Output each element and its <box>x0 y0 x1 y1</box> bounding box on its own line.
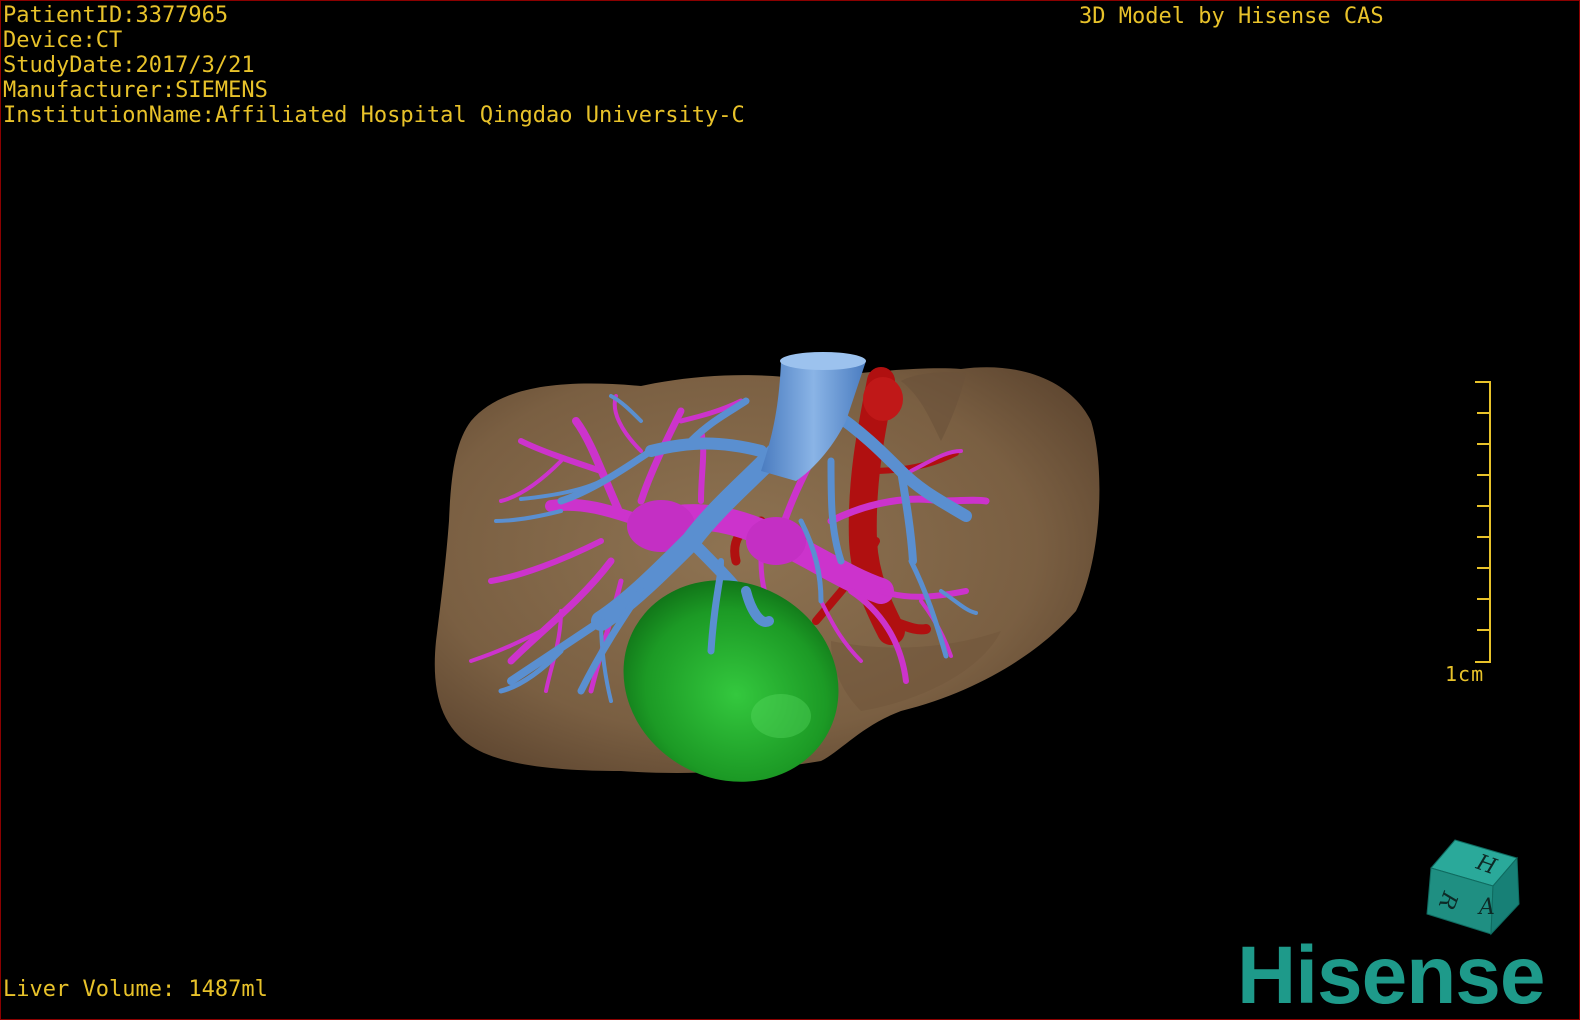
hisense-logo-icon: Hisense <box>1237 930 1546 1020</box>
scale-label: 1cm <box>1445 662 1485 686</box>
liver-volume: Liver Volume: 1487ml <box>3 977 268 1002</box>
gallbladder-highlight <box>751 694 811 738</box>
portal-trunk <box>746 517 806 565</box>
model-credit: 3D Model by Hisense CAS <box>1079 4 1384 29</box>
cube-face-a: A <box>1477 895 1495 920</box>
liver-3d-model[interactable] <box>1 1 1580 1020</box>
institution-name: InstitutionName:Affiliated Hospital Qing… <box>3 103 745 128</box>
artery-bulb <box>863 377 903 421</box>
scale-bar-icon <box>1475 381 1491 663</box>
dicom-info-overlay: PatientID:3377965 Device:CT StudyDate:20… <box>3 3 745 128</box>
ivc-top <box>780 352 866 370</box>
study-date: StudyDate:2017/3/21 <box>3 53 255 78</box>
device: Device:CT <box>3 28 123 53</box>
render-viewport[interactable]: PatientID:3377965 Device:CT StudyDate:20… <box>0 0 1580 1020</box>
patient-id: PatientID:3377965 <box>3 3 229 28</box>
manufacturer: Manufacturer:SIEMENS <box>3 78 268 103</box>
orientation-cube-icon[interactable]: H R A <box>1417 834 1527 939</box>
